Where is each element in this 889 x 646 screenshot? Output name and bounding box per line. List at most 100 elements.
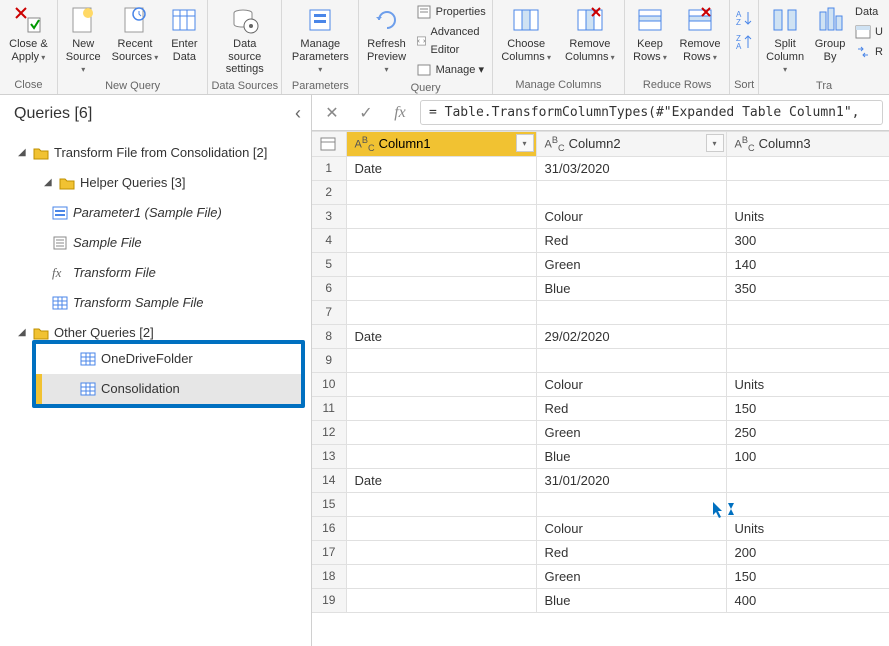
column-filter-button[interactable]: ▾ — [706, 134, 724, 152]
table-cell[interactable] — [346, 396, 536, 420]
tree-query-item[interactable]: Parameter1 (Sample File) — [0, 198, 311, 228]
table-cell[interactable] — [536, 492, 726, 516]
table-cell[interactable]: Date — [346, 156, 536, 180]
table-cell[interactable] — [346, 276, 536, 300]
table-cell[interactable] — [346, 300, 536, 324]
table-row[interactable]: 11Red150 — [312, 396, 889, 420]
table-cell[interactable] — [346, 204, 536, 228]
table-cell[interactable] — [536, 180, 726, 204]
table-cell[interactable]: Colour — [536, 372, 726, 396]
table-row[interactable]: 18Green150 — [312, 564, 889, 588]
table-cell[interactable]: 350 — [726, 276, 889, 300]
tree-query-item[interactable]: Consolidation — [36, 374, 301, 404]
remove-rows-button[interactable]: Remove Rows ▾ — [673, 2, 727, 65]
sort-desc-button[interactable]: ZA — [732, 30, 756, 54]
table-cell[interactable] — [346, 252, 536, 276]
table-cell[interactable]: Blue — [536, 276, 726, 300]
tree-query-item[interactable]: Sample File — [0, 228, 311, 258]
advanced-editor-button[interactable]: Advanced Editor — [412, 22, 490, 60]
table-cell[interactable] — [346, 444, 536, 468]
table-row[interactable]: 15 — [312, 492, 889, 516]
table-cell[interactable]: Date — [346, 324, 536, 348]
manage-parameters-button[interactable]: Manage Parameters ▾ — [284, 2, 356, 78]
table-cell[interactable]: Blue — [536, 588, 726, 612]
table-row[interactable]: 3ColourUnits — [312, 204, 889, 228]
table-cell[interactable] — [726, 156, 889, 180]
table-cell[interactable]: Red — [536, 540, 726, 564]
table-cell[interactable]: 29/02/2020 — [536, 324, 726, 348]
table-cell[interactable] — [726, 348, 889, 372]
close-apply-button[interactable]: Close & Apply ▾ — [2, 2, 55, 65]
split-column-button[interactable]: Split Column ▾ — [761, 2, 809, 78]
formula-fx-button[interactable]: fx — [386, 101, 414, 125]
formula-cancel-button[interactable]: ✕ — [318, 101, 346, 125]
table-cell[interactable]: Date — [346, 468, 536, 492]
data-source-settings-button[interactable]: Data source settings — [210, 2, 279, 78]
remove-columns-button[interactable]: Remove Columns ▾ — [558, 2, 623, 65]
tree-query-item[interactable]: OneDriveFolder — [36, 344, 301, 374]
table-cell[interactable]: 31/03/2020 — [536, 156, 726, 180]
table-cell[interactable] — [536, 348, 726, 372]
table-cell[interactable]: 400 — [726, 588, 889, 612]
table-cell[interactable]: Units — [726, 372, 889, 396]
table-cell[interactable]: Red — [536, 396, 726, 420]
use-first-row-button[interactable]: U — [851, 22, 887, 42]
table-row[interactable]: 16ColourUnits — [312, 516, 889, 540]
tree-query-item[interactable]: Transform Sample File — [0, 288, 311, 318]
table-cell[interactable] — [346, 348, 536, 372]
tree-query-item[interactable]: fxTransform File — [0, 258, 311, 288]
tree-folder[interactable]: ◢Helper Queries [3] — [0, 168, 311, 198]
table-row[interactable]: 19Blue400 — [312, 588, 889, 612]
table-cell[interactable]: Colour — [536, 516, 726, 540]
table-row[interactable]: 13Blue100 — [312, 444, 889, 468]
table-row[interactable]: 7 — [312, 300, 889, 324]
table-row[interactable]: 4Red300 — [312, 228, 889, 252]
table-cell[interactable]: 31/01/2020 — [536, 468, 726, 492]
keep-rows-button[interactable]: Keep Rows ▾ — [627, 2, 673, 65]
table-row[interactable]: 10ColourUnits — [312, 372, 889, 396]
table-cell[interactable]: Units — [726, 516, 889, 540]
table-cell[interactable] — [726, 300, 889, 324]
table-cell[interactable] — [726, 468, 889, 492]
sort-asc-button[interactable]: AZ — [732, 6, 756, 30]
table-row[interactable]: 2 — [312, 180, 889, 204]
table-cell[interactable] — [536, 300, 726, 324]
group-by-button[interactable]: Group By — [809, 2, 851, 65]
column-header[interactable]: ABC Column1▾ — [346, 132, 536, 157]
manage-button[interactable]: Manage ▾ — [412, 60, 490, 80]
table-cell[interactable]: Red — [536, 228, 726, 252]
table-cell[interactable] — [346, 372, 536, 396]
table-cell[interactable] — [346, 588, 536, 612]
properties-button[interactable]: Properties — [412, 2, 490, 22]
table-cell[interactable] — [726, 180, 889, 204]
refresh-preview-button[interactable]: Refresh Preview ▾ — [361, 2, 411, 78]
table-row[interactable]: 17Red200 — [312, 540, 889, 564]
replace-values-button[interactable]: R — [851, 42, 887, 62]
table-row[interactable]: 14Date31/01/2020 — [312, 468, 889, 492]
table-cell[interactable] — [726, 492, 889, 516]
table-cell[interactable]: Units — [726, 204, 889, 228]
table-cell[interactable]: 140 — [726, 252, 889, 276]
table-cell[interactable]: Green — [536, 252, 726, 276]
table-cell[interactable]: 150 — [726, 564, 889, 588]
recent-sources-button[interactable]: Recent Sources ▾ — [107, 2, 164, 65]
table-cell[interactable]: Green — [536, 420, 726, 444]
formula-commit-button[interactable]: ✓ — [352, 101, 380, 125]
table-cell[interactable]: 200 — [726, 540, 889, 564]
enter-data-button[interactable]: Enter Data — [163, 2, 205, 65]
tree-folder[interactable]: ◢Transform File from Consolidation [2] — [0, 138, 311, 168]
table-row[interactable]: 1Date31/03/2020 — [312, 156, 889, 180]
table-cell[interactable]: 300 — [726, 228, 889, 252]
table-cell[interactable] — [346, 492, 536, 516]
column-filter-button[interactable]: ▾ — [516, 134, 534, 152]
column-header[interactable]: ABC Column2▾ — [536, 132, 726, 157]
table-row[interactable]: 9 — [312, 348, 889, 372]
table-corner[interactable] — [312, 132, 346, 157]
data-type-button[interactable]: Data — [851, 2, 887, 22]
new-source-button[interactable]: New Source ▾ — [60, 2, 107, 78]
table-cell[interactable]: Colour — [536, 204, 726, 228]
table-cell[interactable]: 250 — [726, 420, 889, 444]
table-row[interactable]: 5Green140 — [312, 252, 889, 276]
table-cell[interactable]: Blue — [536, 444, 726, 468]
table-cell[interactable]: Green — [536, 564, 726, 588]
